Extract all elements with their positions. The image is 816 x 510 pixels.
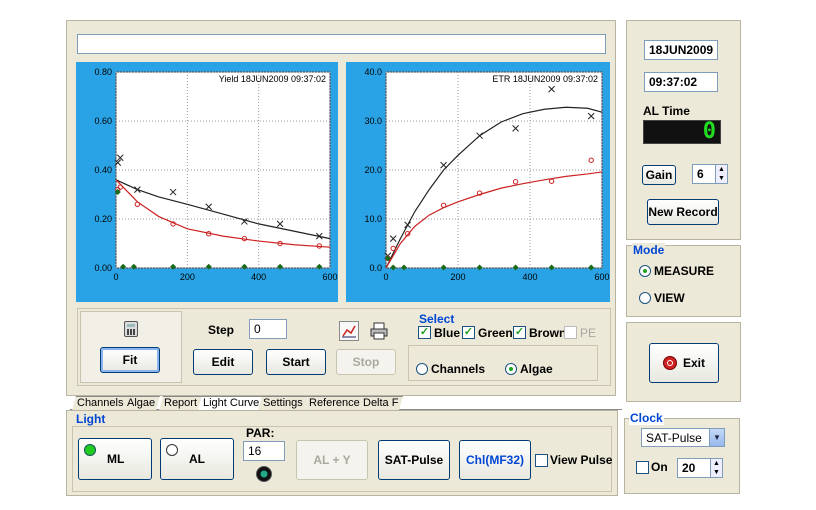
par-led-icon[interactable]: [256, 466, 272, 482]
select-title: Select: [419, 312, 455, 326]
clock-on-label: On: [651, 460, 668, 474]
stop-button[interactable]: Stop: [336, 349, 396, 375]
x-tick-label: 200: [180, 272, 195, 282]
chevron-down-icon[interactable]: ▼: [709, 429, 724, 446]
green-label: Green: [478, 326, 513, 340]
etr-chart-svg: 0.0 10.0 20.0 30.0 40.0 0 200 400 600 ETR 18JUN20…: [364, 67, 609, 282]
al-y-button[interactable]: AL + Y: [296, 440, 368, 480]
channels-radio[interactable]: [416, 363, 428, 375]
tab-algae[interactable]: Algae: [122, 396, 161, 410]
measure-label: MEASURE: [654, 264, 715, 278]
step-input[interactable]: 0: [249, 319, 287, 339]
y-tick-label: 40.0: [364, 67, 382, 77]
edit-button[interactable]: Edit: [193, 349, 253, 375]
gain-value: 6: [697, 167, 704, 181]
x-tick-label: 0: [383, 272, 388, 282]
y-tick-label: 0.40: [94, 165, 112, 175]
view-radio[interactable]: [639, 292, 651, 304]
al-led-icon: [166, 444, 178, 456]
clock-select-value: SAT-Pulse: [646, 430, 702, 445]
clock-title: Clock: [629, 411, 664, 425]
chart-title: Yield 18JUN2009 09:37:02: [219, 74, 326, 84]
view-label: VIEW: [654, 291, 685, 305]
mode-title: Mode: [632, 243, 666, 257]
fit-button[interactable]: Fit: [100, 347, 160, 373]
chart-settings-icon[interactable]: [339, 321, 359, 341]
tab-light-curve[interactable]: Light Curve: [198, 396, 265, 410]
pe-checkbox[interactable]: [564, 326, 577, 339]
pe-label: PE: [580, 326, 597, 340]
y-tick-label: 0.60: [94, 116, 112, 126]
x-tick-label: 200: [450, 272, 465, 282]
gain-button[interactable]: Gain: [642, 165, 676, 185]
date-field: 18JUN2009: [644, 40, 718, 60]
green-checkbox[interactable]: ✓: [462, 326, 475, 339]
yield-chart: 0.00 0.20 0.40 0.60 0.80 0 200 400 600 Yield 18JU…: [76, 62, 338, 302]
view-pulse-checkbox[interactable]: [535, 454, 548, 467]
info-field[interactable]: [77, 34, 606, 54]
x-tick-label: 600: [594, 272, 609, 282]
x-tick-label: 0: [113, 272, 118, 282]
step-label: Step: [208, 323, 235, 337]
clock-interval-value: 20: [682, 461, 696, 475]
tab-settings[interactable]: Settings: [258, 396, 308, 410]
etr-chart: 0.0 10.0 20.0 30.0 40.0 0 200 400 600 ETR 18JUN20…: [346, 62, 610, 302]
blue-label: Blue: [434, 326, 461, 340]
sat-pulse-button[interactable]: SAT-Pulse: [378, 440, 450, 480]
y-tick-label: 10.0: [364, 214, 382, 224]
algae-radio[interactable]: [505, 363, 517, 375]
ml-label: ML: [107, 452, 125, 466]
par-input[interactable]: 16: [243, 441, 285, 461]
y-tick-label: 0.0: [369, 263, 382, 273]
y-tick-label: 0.20: [94, 214, 112, 224]
al-time-label: AL Time: [643, 104, 690, 118]
al-time-display: 0: [643, 120, 721, 144]
yield-chart-svg: 0.00 0.20 0.40 0.60 0.80 0 200 400 600 Yield 18JU…: [94, 67, 337, 282]
par-label: PAR:: [246, 426, 275, 440]
algae-label: Algae: [520, 362, 553, 376]
exit-icon: [662, 356, 677, 370]
new-record-button[interactable]: New Record: [647, 199, 719, 225]
exit-button[interactable]: Exit: [649, 343, 719, 383]
view-pulse-label: View Pulse: [550, 453, 613, 467]
clock-interval-spinner[interactable]: ▲ ▼: [710, 459, 722, 477]
gain-spinner[interactable]: ▲ ▼: [715, 165, 727, 183]
light-title: Light: [76, 412, 106, 426]
y-tick-label: 0.80: [94, 67, 112, 77]
x-tick-label: 400: [522, 272, 537, 282]
tab-reference[interactable]: Reference: [304, 396, 365, 410]
exit-label: Exit: [682, 356, 705, 370]
y-tick-label: 0.00: [94, 263, 112, 273]
x-tick-label: 600: [322, 272, 337, 282]
chart-title: ETR 18JUN2009 09:37:02: [492, 74, 598, 84]
al-label: AL: [189, 452, 205, 466]
brown-checkbox[interactable]: ✓: [513, 326, 526, 339]
tab-delta-f[interactable]: Delta F: [358, 396, 404, 410]
calculator-icon[interactable]: [124, 321, 138, 337]
plot-area: [115, 71, 331, 269]
channels-label: Channels: [431, 362, 486, 376]
ml-led-icon: [84, 444, 96, 456]
y-tick-label: 30.0: [364, 116, 382, 126]
print-icon[interactable]: [369, 321, 389, 341]
tab-channels[interactable]: Channels: [72, 396, 129, 410]
y-tick-label: 20.0: [364, 165, 382, 175]
blue-checkbox[interactable]: ✓: [418, 326, 431, 339]
brown-label: Brown: [529, 326, 567, 340]
x-tick-label: 400: [251, 272, 266, 282]
tab-report[interactable]: Report: [159, 396, 202, 410]
clock-on-checkbox[interactable]: [636, 461, 649, 474]
al-time-value: 0: [702, 119, 716, 144]
measure-radio[interactable]: [639, 265, 651, 277]
chl-button[interactable]: Chl(MF32): [459, 440, 531, 480]
start-button[interactable]: Start: [266, 349, 326, 375]
time-field: 09:37:02: [644, 72, 718, 92]
